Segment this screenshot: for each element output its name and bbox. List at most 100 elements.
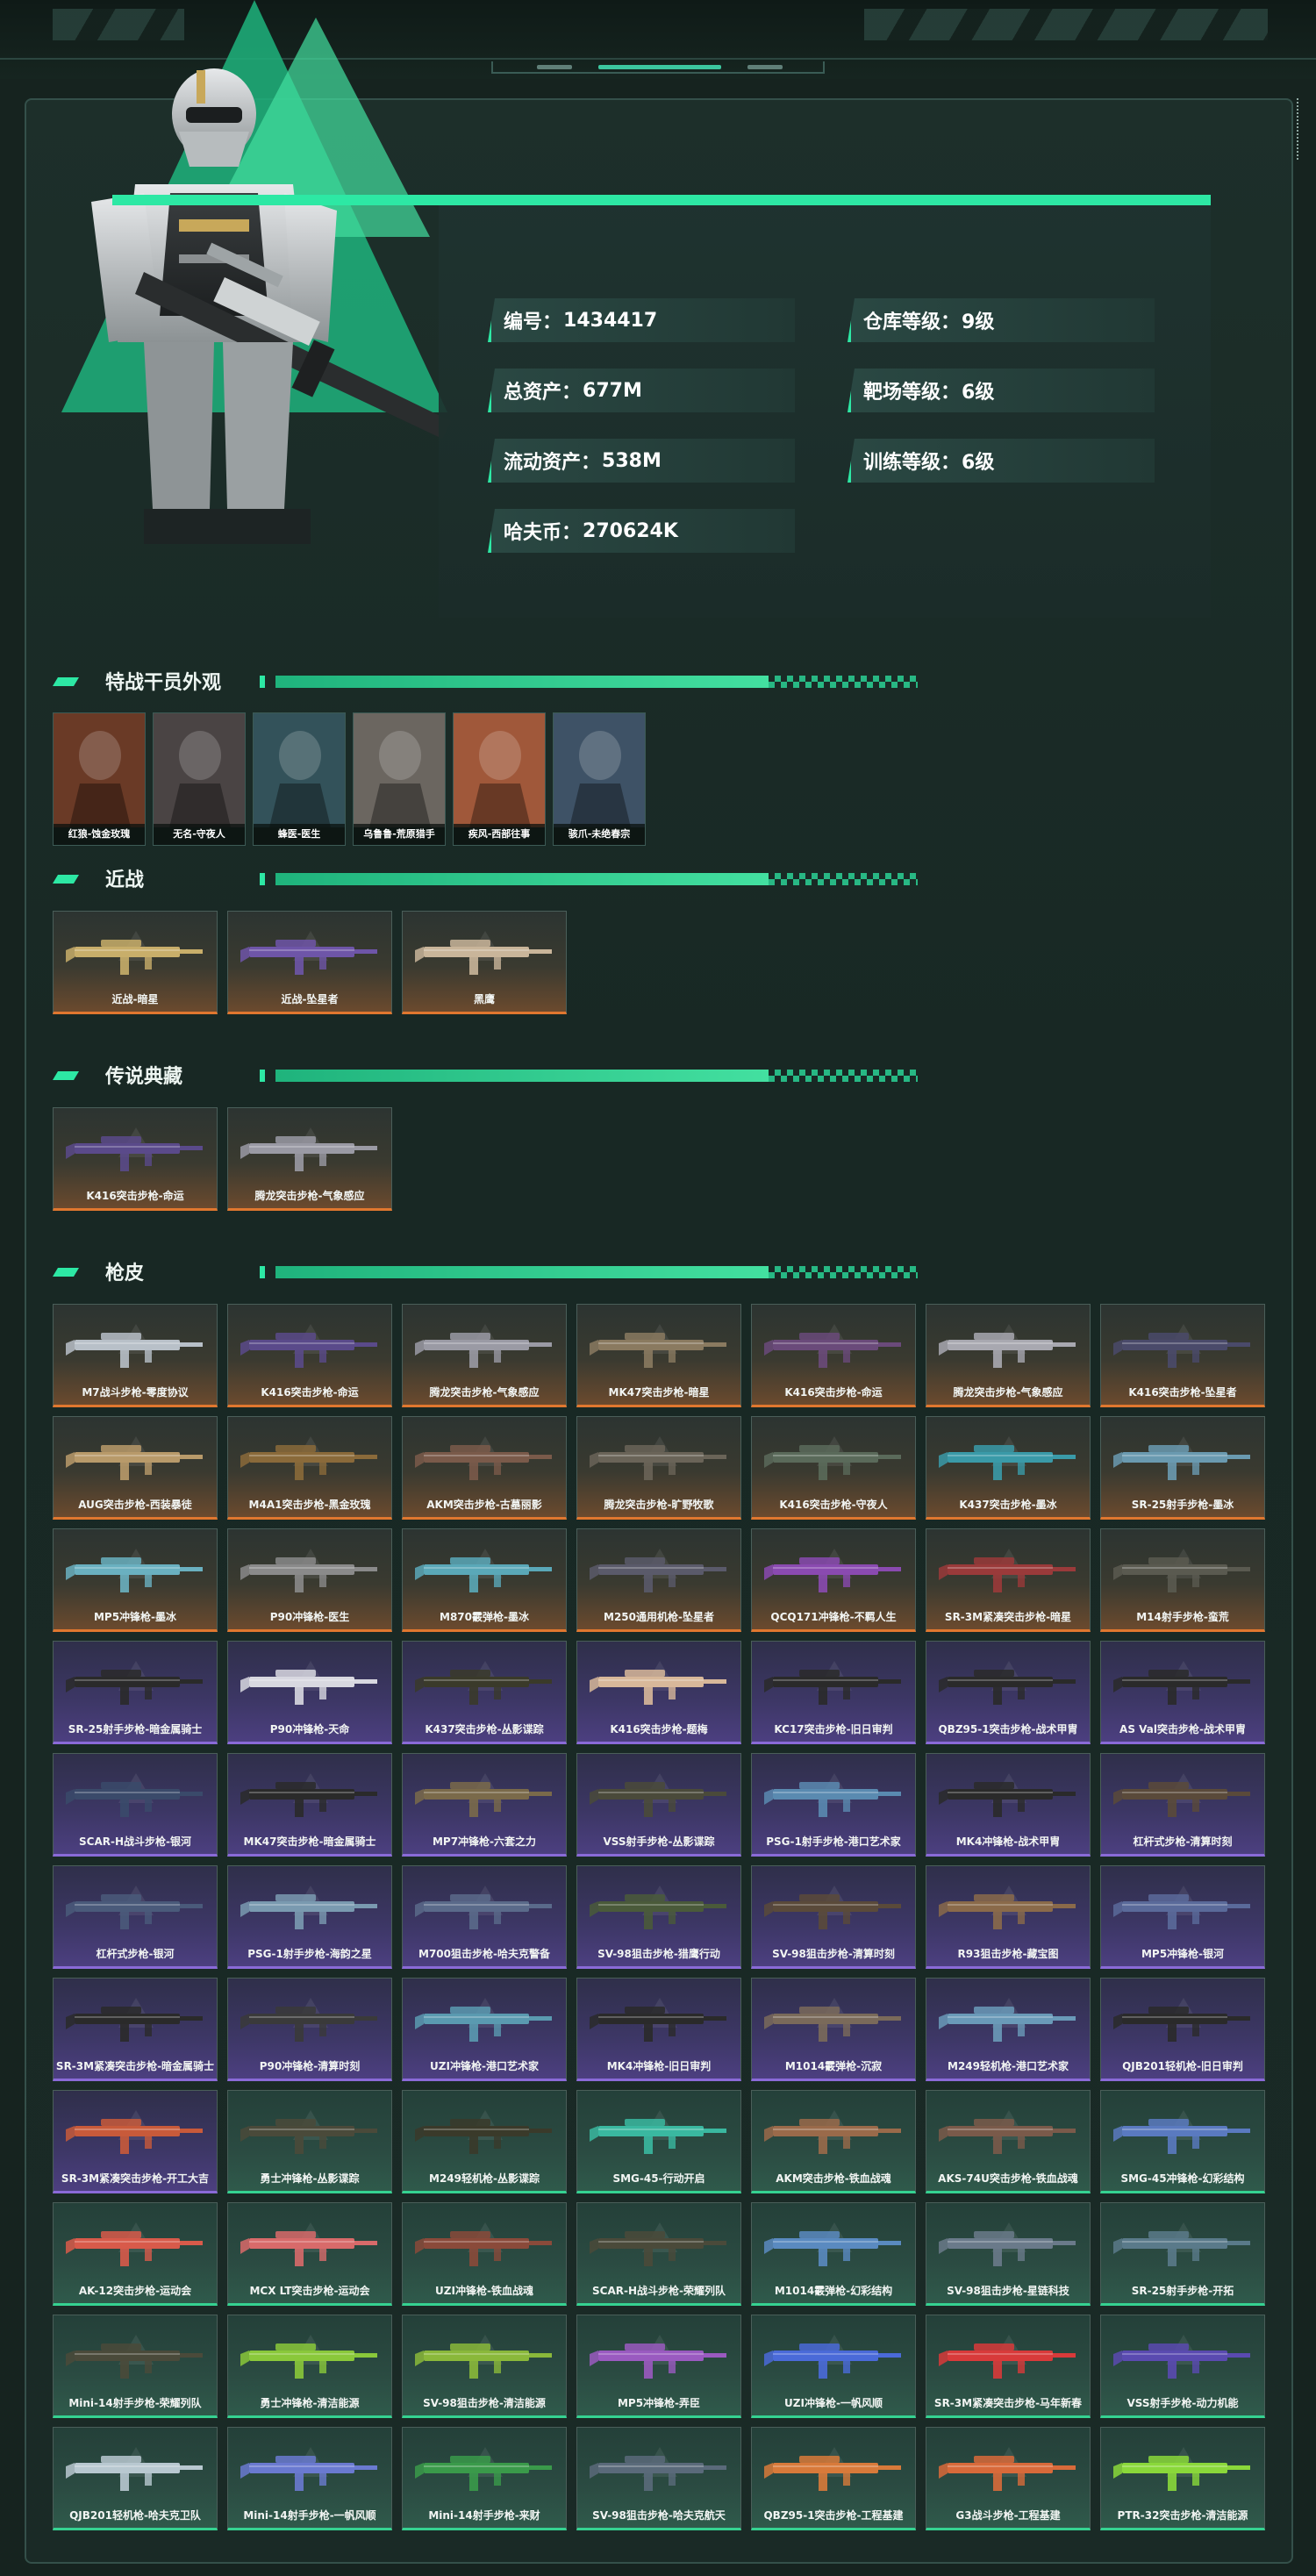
weapon-skin-card[interactable]: VSS射手步枪-丛影谍踪 [576,1753,741,1857]
legend-item-card[interactable]: K416突击步枪-命运 [53,1107,218,1211]
weapon-skin-card[interactable]: MK47突击步枪-暗星 [576,1304,741,1407]
weapon-skin-card[interactable]: SR-3M紧凑突击步枪-暗星 [926,1528,1091,1632]
weapon-skin-card[interactable]: Mini-14射手步枪-来财 [402,2427,567,2530]
weapon-skin-card[interactable]: M250通用机枪-坠星者 [576,1528,741,1632]
weapon-skin-card[interactable]: P90冲锋枪-清算时刻 [227,1978,392,2081]
weapon-skin-card[interactable]: M870霰弹枪-墨冰 [402,1528,567,1632]
weapon-skin-card[interactable]: SMG-45-行动开启 [576,2090,741,2193]
operator-skin-card[interactable]: 疾风-西部往事 [453,712,546,846]
operator-skin-card[interactable]: 红狼-蚀金玫瑰 [53,712,146,846]
operator-skin-card[interactable]: 蜂医-医生 [253,712,346,846]
melee-item-card[interactable]: 近战-暗星 [53,911,218,1014]
weapon-skin-card[interactable]: VSS射手步枪-动力机能 [1100,2315,1265,2418]
weapon-skin-card[interactable]: 杠杆式步枪-银河 [53,1865,218,1969]
weapon-skin-card[interactable]: 杠杆式步枪-清算时刻 [1100,1753,1265,1857]
weapon-icon [66,1782,203,1817]
weapon-skin-card[interactable]: 勇士冲锋枪-丛影谍踪 [227,2090,392,2193]
weapon-skin-card[interactable]: SR-25射手步枪-暗金属骑士 [53,1641,218,1744]
weapon-skin-card[interactable]: QJB201轻机枪-哈夫克卫队 [53,2427,218,2530]
weapon-skin-card[interactable]: MK4冲锋枪-战术甲胄 [926,1753,1091,1857]
weapon-skin-card[interactable]: 腾龙突击步枪-气象感应 [926,1304,1091,1407]
weapon-icon [240,1782,377,1817]
weapon-skin-card[interactable]: K416突击步枪-命运 [227,1304,392,1407]
item-name: SR-3M紧凑突击步枪-开工大吉 [61,2172,210,2185]
weapon-skin-card[interactable]: UZI冲锋枪-港口艺术家 [402,1978,567,2081]
weapon-skin-card[interactable]: M14射手步枪-蛮荒 [1100,1528,1265,1632]
weapon-skin-card[interactable]: UZI冲锋枪-一帆风顺 [751,2315,916,2418]
operator-portrait-thumb [454,713,545,827]
weapon-skin-card[interactable]: SR-25射手步枪-墨冰 [1100,1416,1265,1520]
operator-skin-card[interactable]: 乌鲁鲁-荒原猎手 [353,712,446,846]
weapon-skin-card[interactable]: M700狙击步枪-哈夫克警备 [402,1865,567,1969]
weapon-skin-card[interactable]: 勇士冲锋枪-清洁能源 [227,2315,392,2418]
weapon-skins-grid: M7战斗步枪-零度协议 K416突击步枪-命运 腾龙突击步枪-气象感应 MK47突击步… [53,1304,1272,2530]
weapon-skin-card[interactable]: KC17突击步枪-旧日审判 [751,1641,916,1744]
weapon-skin-card[interactable]: MP7冲锋枪-六套之力 [402,1753,567,1857]
weapon-skin-card[interactable]: K437突击步枪-丛影谍踪 [402,1641,567,1744]
item-name: SMG-45-行动开启 [612,2172,705,2185]
weapon-skin-card[interactable]: SV-98狙击步枪-哈夫克航天 [576,2427,741,2530]
weapon-skin-card[interactable]: SR-3M紧凑突击步枪-马年新春 [926,2315,1091,2418]
weapon-skin-card[interactable]: MCX LT突击步枪-运动会 [227,2202,392,2306]
weapon-skin-card[interactable]: AKM突击步枪-古墓丽影 [402,1416,567,1520]
weapon-skin-card[interactable]: SCAR-H战斗步枪-银河 [53,1753,218,1857]
weapon-icon [415,1670,552,1705]
weapon-skin-card[interactable]: QBZ95-1突击步枪-工程基建 [751,2427,916,2530]
weapon-skin-card[interactable]: R93狙击步枪-藏宝图 [926,1865,1091,1969]
operator-skin-card[interactable]: 无名-守夜人 [153,712,246,846]
weapon-skin-card[interactable]: P90冲锋枪-天命 [227,1641,392,1744]
weapon-skin-card[interactable]: K437突击步枪-墨冰 [926,1416,1091,1520]
weapon-skin-card[interactable]: 腾龙突击步枪-旷野牧歌 [576,1416,741,1520]
legend-item-card[interactable]: 腾龙突击步枪-气象感应 [227,1107,392,1211]
weapon-skin-card[interactable]: M249轻机枪-丛影谍踪 [402,2090,567,2193]
weapon-skin-card[interactable]: AKM突击步枪-铁血战魂 [751,2090,916,2193]
weapon-skin-card[interactable]: G3战斗步枪-工程基建 [926,2427,1091,2530]
weapon-skin-card[interactable]: MP5冲锋枪-墨冰 [53,1528,218,1632]
weapon-skin-card[interactable]: SR-25射手步枪-开拓 [1100,2202,1265,2306]
weapon-skin-card[interactable]: PSG-1射手步枪-港口艺术家 [751,1753,916,1857]
weapon-skin-card[interactable]: 腾龙突击步枪-气象感应 [402,1304,567,1407]
item-name: MCX LT突击步枪-运动会 [249,2285,370,2297]
weapon-skin-card[interactable]: UZI冲锋枪-铁血战魂 [402,2202,567,2306]
operator-skin-card[interactable]: 骇爪-未绝春宗 [553,712,646,846]
weapon-skin-card[interactable]: M249轻机枪-港口艺术家 [926,1978,1091,2081]
weapon-skin-card[interactable]: AUG突击步枪-西装暴徒 [53,1416,218,1520]
weapon-skin-card[interactable]: AKS-74U突击步枪-铁血战魂 [926,2090,1091,2193]
weapon-skin-card[interactable]: K416突击步枪-坠星者 [1100,1304,1265,1407]
item-name: KC17突击步枪-旧日审判 [774,1723,893,1735]
weapon-skin-card[interactable]: AK-12突击步枪-运动会 [53,2202,218,2306]
weapon-skin-card[interactable]: PTR-32突击步枪-清洁能源 [1100,2427,1265,2530]
weapon-skin-card[interactable]: P90冲锋枪-医生 [227,1528,392,1632]
weapon-skin-card[interactable]: SR-3M紧凑突击步枪-暗金属骑士 [53,1978,218,2081]
weapon-skin-card[interactable]: SV-98狙击步枪-猎鹰行动 [576,1865,741,1969]
weapon-skin-card[interactable]: MK4冲锋枪-旧日审判 [576,1978,741,2081]
weapon-skin-card[interactable]: SV-98狙击步枪-星链科技 [926,2202,1091,2306]
weapon-skin-card[interactable]: SMG-45冲锋枪-幻彩结构 [1100,2090,1265,2193]
weapon-skin-card[interactable]: Mini-14射手步枪-荣耀列队 [53,2315,218,2418]
weapon-skin-card[interactable]: MP5冲锋枪-银河 [1100,1865,1265,1969]
weapon-skin-card[interactable]: SCAR-H战斗步枪-荣耀列队 [576,2202,741,2306]
weapon-skin-card[interactable]: SV-98狙击步枪-清洁能源 [402,2315,567,2418]
item-name: K437突击步枪-丛影谍踪 [425,1723,544,1735]
weapon-skin-card[interactable]: AS Val突击步枪-战术甲胄 [1100,1641,1265,1744]
weapon-skin-card[interactable]: SV-98狙击步枪-清算时刻 [751,1865,916,1969]
weapon-skin-card[interactable]: MK47突击步枪-暗金属骑士 [227,1753,392,1857]
weapon-skin-card[interactable]: MP5冲锋枪-弄臣 [576,2315,741,2418]
weapon-skin-card[interactable]: PSG-1射手步枪-海韵之星 [227,1865,392,1969]
melee-item-card[interactable]: 黑鹰 [402,911,567,1014]
weapon-skin-card[interactable]: QJB201轻机枪-旧日审判 [1100,1978,1265,2081]
weapon-skin-card[interactable]: Mini-14射手步枪-一帆风顺 [227,2427,392,2530]
weapon-skin-card[interactable]: K416突击步枪-题梅 [576,1641,741,1744]
weapon-skin-card[interactable]: QBZ95-1突击步枪-战术甲胄 [926,1641,1091,1744]
weapon-icon [240,2343,377,2379]
weapon-skin-card[interactable]: K416突击步枪-命运 [751,1304,916,1407]
weapon-skin-card[interactable]: M7战斗步枪-零度协议 [53,1304,218,1407]
weapon-skin-card[interactable]: QCQ171冲锋枪-不羁人生 [751,1528,916,1632]
weapon-skin-card[interactable]: SR-3M紧凑突击步枪-开工大吉 [53,2090,218,2193]
weapon-skin-card[interactable]: M1014霰弹枪-沉寂 [751,1978,916,2081]
melee-item-card[interactable]: 近战-坠星者 [227,911,392,1014]
item-name: 勇士冲锋枪-丛影谍踪 [260,2172,360,2185]
weapon-skin-card[interactable]: K416突击步枪-守夜人 [751,1416,916,1520]
weapon-skin-card[interactable]: M4A1突击步枪-黑金玫瑰 [227,1416,392,1520]
weapon-skin-card[interactable]: M1014霰弹枪-幻彩结构 [751,2202,916,2306]
